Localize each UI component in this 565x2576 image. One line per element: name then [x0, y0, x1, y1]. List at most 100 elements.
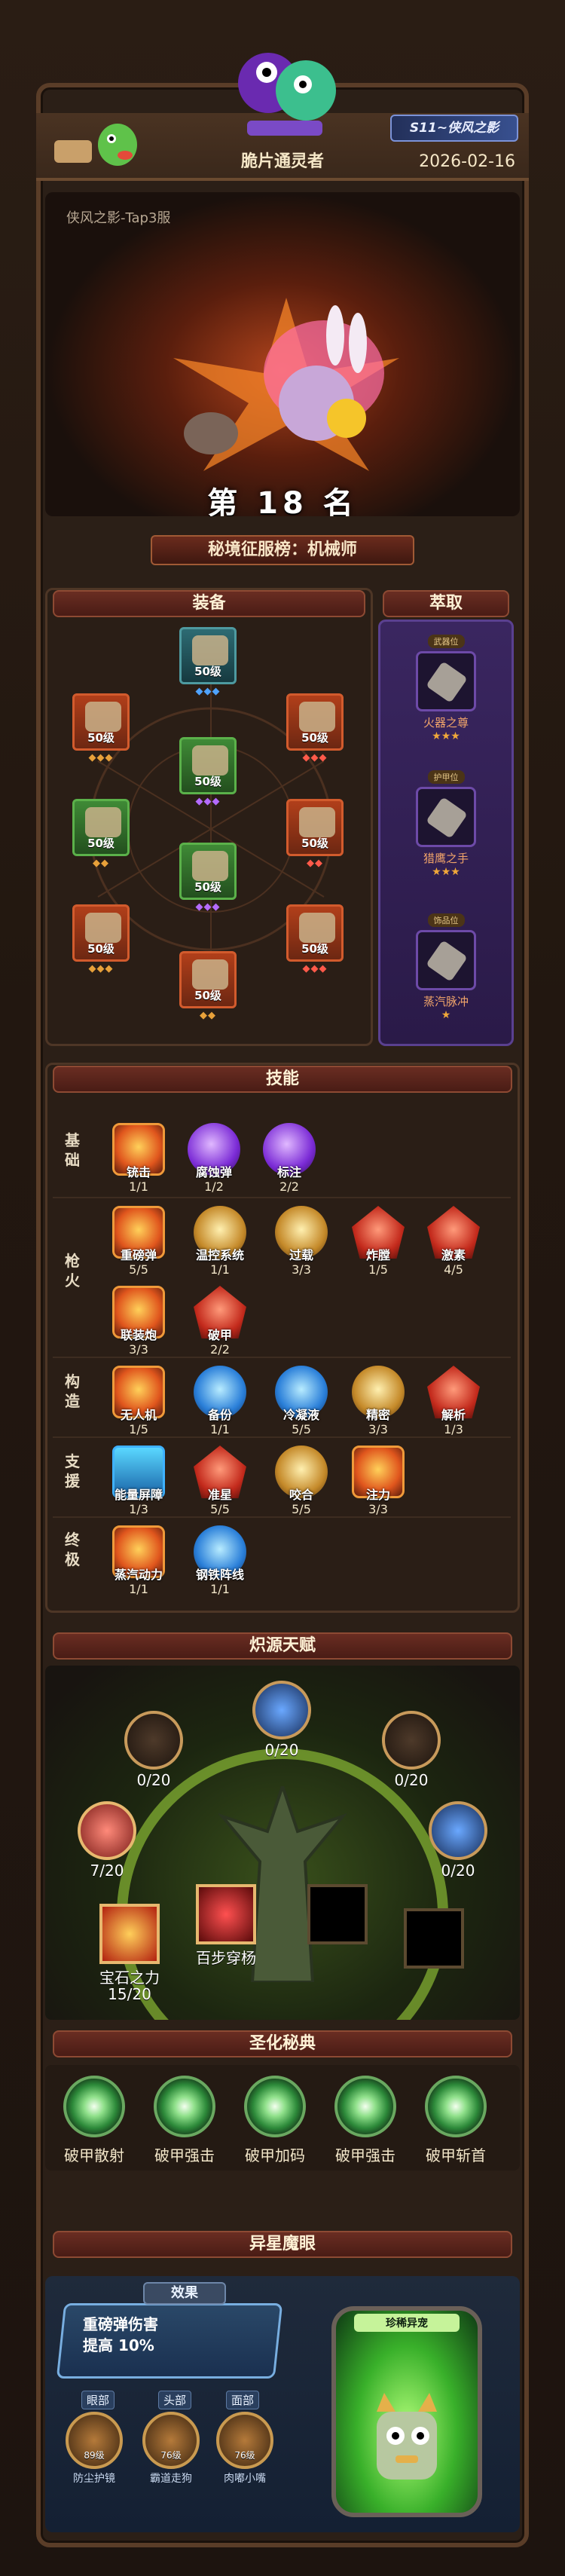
- equipment-title: 装备: [53, 590, 365, 617]
- equip-slot-ring[interactable]: 50级 ◆◆: [286, 799, 344, 879]
- talent-tree: 0/20 0/20 0/20 7/20 0/20 宝石之力 15/20 百步穿杨: [45, 1666, 520, 2020]
- talent-node-icon: [382, 1711, 441, 1770]
- tab-face[interactable]: 面部: [226, 2391, 260, 2409]
- green-orb-icon: [154, 2076, 215, 2137]
- equip-slot-gloves[interactable]: 50级 ◆◆: [72, 799, 130, 879]
- empty-talent-slot[interactable]: [404, 1908, 464, 1969]
- rank-category: 秘境征服榜：机械师: [151, 535, 414, 565]
- skill-row-label: 枪火: [65, 1252, 80, 1290]
- boots-icon: [192, 959, 228, 990]
- alien-eye-title: 异星魔眼: [53, 2231, 512, 2258]
- mouth-icon: 76级: [216, 2412, 273, 2469]
- skill-slot[interactable]: 温控系统 1/1: [190, 1206, 250, 1277]
- gem-row: ◆◆◆: [195, 901, 221, 913]
- tab-eye[interactable]: 眼部: [81, 2391, 115, 2409]
- equip-slot-charm[interactable]: 50级 ◆◆◆: [286, 904, 344, 984]
- effect-tag: 效果: [143, 2282, 226, 2305]
- star-rating: ★★★: [432, 866, 460, 878]
- skill-slot[interactable]: 精密 3/3: [348, 1366, 408, 1436]
- skill-slot[interactable]: 准星 5/5: [190, 1446, 250, 1516]
- eye-slot[interactable]: 76级 肉嘟小嘴: [211, 2412, 279, 2486]
- skill-slot[interactable]: 激素 4/5: [423, 1206, 484, 1277]
- talent-node[interactable]: 7/20: [75, 1801, 139, 1880]
- extract-item-accessory[interactable]: 饰品位 蒸汽脉冲 ★: [408, 912, 484, 1021]
- hat-icon: 76级: [142, 2412, 200, 2469]
- skill-slot[interactable]: 腐蚀弹 1/2: [184, 1123, 244, 1194]
- skill-slot[interactable]: 重磅弹 5/5: [108, 1206, 169, 1277]
- server-label: 侠风之影-Tap3服: [66, 210, 171, 226]
- row-divider: [53, 1197, 511, 1198]
- gem-row: ◆◆: [200, 1010, 216, 1021]
- pet-avatar-icon[interactable]: [50, 106, 148, 173]
- weapon-icon: [85, 702, 121, 732]
- star-rating: ★: [441, 1009, 451, 1021]
- equip-slot-boots[interactable]: 50级 ◆◆: [179, 951, 237, 1031]
- skill-slot[interactable]: 铳击 1/1: [108, 1123, 169, 1194]
- steam-ring-icon: [416, 930, 476, 990]
- talent-title: 炽源天赋: [53, 1632, 512, 1660]
- skill-row-label: 支援: [65, 1452, 80, 1490]
- gloves-icon: [85, 807, 121, 837]
- effect-text: 重磅弹伤害 提高 10%: [83, 2315, 158, 2354]
- skill-slot[interactable]: 破甲 2/2: [190, 1286, 250, 1357]
- skill-slot[interactable]: 冷凝液 5/5: [271, 1366, 331, 1436]
- ring-icon: [299, 807, 335, 837]
- gem-row: ◆◆◆: [195, 686, 221, 697]
- skill-slot[interactable]: 解析 1/3: [423, 1366, 484, 1436]
- extract-item-armor[interactable]: 护甲位 猎鹰之手 ★★★: [408, 769, 484, 878]
- tab-head[interactable]: 头部: [158, 2391, 192, 2409]
- eye-slot[interactable]: 76级 霸道走狗: [137, 2412, 205, 2486]
- equip-slot-weapon[interactable]: 50级 ◆◆◆: [72, 693, 130, 773]
- extract-title: 萃取: [383, 590, 509, 617]
- gem-row: ◆◆◆: [302, 752, 328, 763]
- green-orb-icon: [334, 2076, 396, 2137]
- skill-slot[interactable]: 无人机 1/5: [108, 1366, 169, 1436]
- skill-slot[interactable]: 蒸汽动力 1/1: [108, 1525, 169, 1596]
- extract-item-weapon[interactable]: 武器位 火器之尊 ★★★: [408, 633, 484, 742]
- skill-slot[interactable]: 过载 3/3: [271, 1206, 331, 1277]
- rare-pet-label: 珍稀异宠: [354, 2314, 460, 2332]
- skill-slot[interactable]: 备份 1/1: [190, 1366, 250, 1436]
- codex-item[interactable]: 破甲强击: [143, 2076, 226, 2165]
- equip-slot-amulet[interactable]: 50级 ◆◆◆: [286, 693, 344, 773]
- skill-slot[interactable]: 标注 2/2: [259, 1123, 319, 1194]
- gem-power-label: 宝石之力: [99, 1969, 160, 1987]
- rifle-icon: [416, 651, 476, 711]
- skill-slot[interactable]: 钢铁阵线 1/1: [190, 1525, 250, 1596]
- codex-item[interactable]: 破甲强击: [324, 2076, 407, 2165]
- player-avatar-icon[interactable]: [224, 38, 345, 143]
- talent-node[interactable]: 0/20: [250, 1681, 313, 1759]
- codex-item[interactable]: 破甲斩首: [414, 2076, 497, 2165]
- equip-slot-helmet[interactable]: 50级 ◆◆◆: [179, 627, 237, 707]
- equip-slot-pants[interactable]: 50级 ◆◆◆: [179, 843, 237, 922]
- alien-eye-panel: 效果 重磅弹伤害 提高 10% 眼部 头部 面部 89级 防尘护镜 76级 霸道走狗…: [45, 2276, 520, 2532]
- record-date: 2026-02-16: [419, 152, 515, 171]
- gauntlet-icon: [416, 787, 476, 847]
- talent-node[interactable]: 0/20: [380, 1711, 443, 1789]
- empty-talent-slot[interactable]: [307, 1884, 368, 1944]
- equip-slot-offhand[interactable]: 50级 ◆◆◆: [72, 904, 130, 984]
- codex-item[interactable]: 破甲加码: [234, 2076, 316, 2165]
- character-art-icon: [173, 298, 399, 471]
- hundred-steps-slot[interactable]: [196, 1884, 256, 1944]
- skills-title: 技能: [53, 1066, 512, 1093]
- hundred-steps-label: 百步穿杨: [196, 1949, 256, 1967]
- equip-slot-armor[interactable]: 50级 ◆◆◆: [179, 737, 237, 817]
- star-rating: ★★★: [432, 730, 460, 742]
- skill-slot[interactable]: 能量屏障 1/3: [108, 1446, 169, 1516]
- talent-node[interactable]: 0/20: [122, 1711, 185, 1789]
- codex-item[interactable]: 破甲散射: [53, 2076, 136, 2165]
- goggles-icon: 89级: [66, 2412, 123, 2469]
- gem-row: ◆◆◆: [302, 963, 328, 974]
- skill-slot[interactable]: 炸膛 1/5: [348, 1206, 408, 1277]
- skill-slot[interactable]: 联装炮 3/3: [108, 1286, 169, 1357]
- offhand-icon: [85, 913, 121, 943]
- talent-node-icon: [429, 1801, 487, 1860]
- gem-power-slot[interactable]: [99, 1904, 160, 1964]
- skill-slot[interactable]: 咬合 5/5: [271, 1446, 331, 1516]
- talent-node[interactable]: 0/20: [426, 1801, 490, 1880]
- eye-slot[interactable]: 89级 防尘护镜: [60, 2412, 128, 2486]
- armor-icon: [192, 745, 228, 776]
- skill-slot[interactable]: 注力 3/3: [348, 1446, 408, 1516]
- green-orb-icon: [425, 2076, 487, 2137]
